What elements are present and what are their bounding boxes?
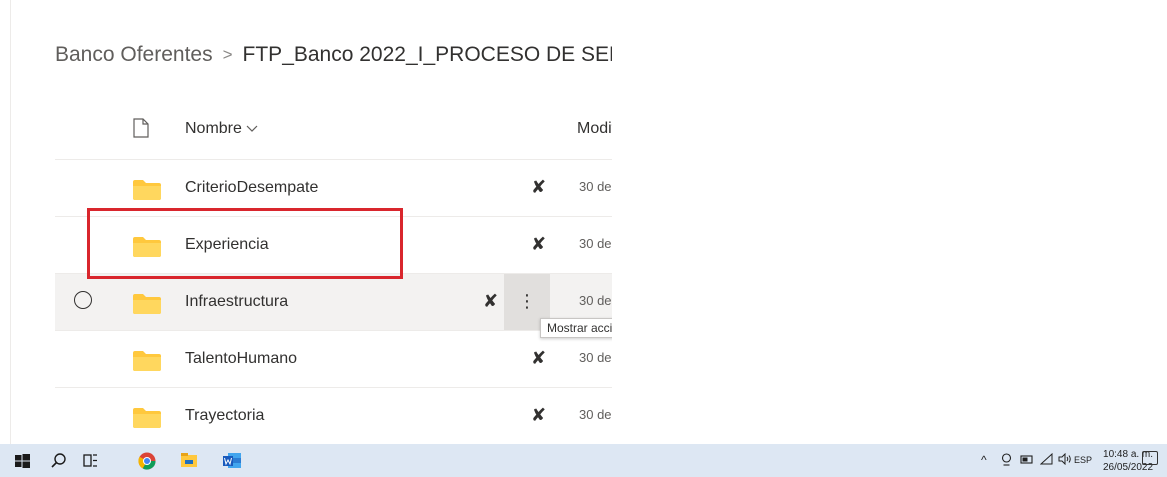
notifications-icon[interactable] [1142,451,1158,465]
folder-icon [133,294,161,314]
meet-now-icon[interactable] [1000,453,1013,469]
folder-name[interactable]: CriterioDesempate [185,179,318,197]
file-type-icon[interactable] [133,118,149,143]
modified-date: 30 de mayo [579,236,612,251]
breadcrumb-root[interactable]: Banco Oferentes [55,43,213,66]
language-indicator[interactable]: ESP [1074,455,1092,465]
tooltip: Mostrar acciones [540,318,612,338]
highlight-box [87,208,403,279]
table-row[interactable]: TalentoHumano ✘ 30 de mayo [55,331,612,388]
taskbar: ^ ESP 10:48 a. m. 26/05/2022 [0,444,1167,477]
search-icon[interactable] [50,452,67,469]
chevron-down-icon [246,122,258,136]
folder-name[interactable]: Trayectoria [185,407,264,425]
modified-date: 30 de mayo [579,293,612,308]
battery-icon[interactable] [1020,453,1034,468]
column-header-modified[interactable]: Modificado [577,120,612,138]
folder-name[interactable]: TalentoHumano [185,350,297,368]
column-header-name[interactable]: Nombre [185,120,258,138]
folder-icon [133,180,161,200]
breadcrumb-current: FTP_Banco 2022_I_PROCESO DE SELECCIÓN [242,43,612,66]
windows-start-icon[interactable] [14,452,31,469]
breadcrumb: Banco Oferentes > FTP_Banco 2022_I_PROCESO… [55,43,612,67]
modified-date: 30 de mayo [579,407,612,422]
folder-name[interactable]: Infraestructura [185,293,288,311]
modified-date: 30 de mayo [579,179,612,194]
folder-icon [133,408,161,428]
row-select-radio[interactable] [74,291,92,309]
pin-icon[interactable]: ✘ [531,348,546,369]
pin-icon[interactable]: ✘ [531,405,546,426]
breadcrumb-separator: > [222,45,233,64]
table-row[interactable]: Trayectoria ✘ 30 de mayo [55,388,612,444]
list-header: Nombre Modificado [55,105,612,160]
folder-icon [133,351,161,371]
table-row[interactable]: Infraestructura ✘ ⋮ 30 de mayo [55,274,612,331]
tray-chevron-icon[interactable]: ^ [981,453,987,467]
word-icon[interactable] [222,452,241,469]
pin-icon[interactable]: ✘ [531,234,546,255]
wifi-icon[interactable] [1039,452,1053,468]
volume-icon[interactable] [1058,452,1072,468]
chrome-icon[interactable] [138,452,156,470]
pin-icon[interactable]: ✘ [483,291,498,312]
task-view-icon[interactable] [82,452,99,469]
file-explorer-icon[interactable] [180,452,197,469]
column-header-name-label: Nombre [185,120,242,137]
modified-date: 30 de mayo [579,350,612,365]
pin-icon[interactable]: ✘ [531,177,546,198]
